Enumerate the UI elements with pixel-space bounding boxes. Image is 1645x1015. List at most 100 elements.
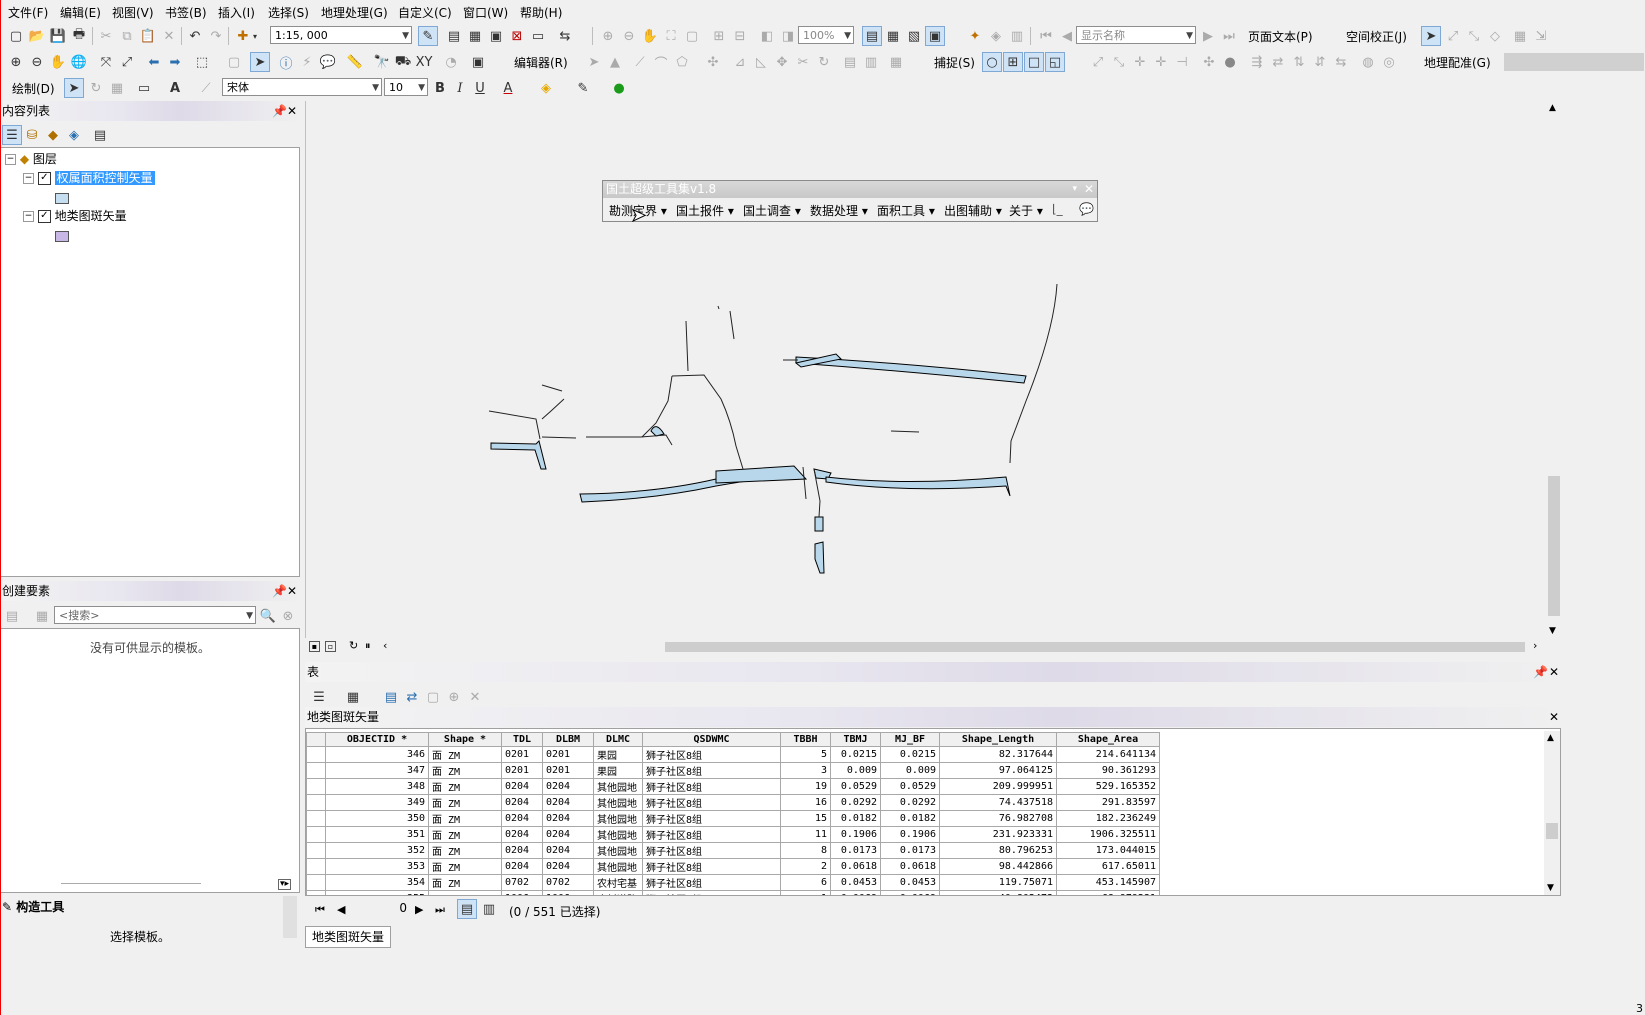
menu-selection[interactable]: 选择(S) [268,4,309,21]
table-cell[interactable]: 狮子社区8组 [642,762,781,779]
georef-layer-combo[interactable] [1504,53,1644,71]
about-menu[interactable]: 关于 ▾ [1009,202,1043,219]
topo-tool4-icon[interactable]: ✛ [1151,52,1171,72]
find-icon[interactable]: 🔭 [372,52,392,72]
table-row[interactable]: 351 面 ZM 0204 0204 其他园地 狮子社区8组 11 0.1906 0.1906 2… [306,826,1160,843]
row-selector-header[interactable] [306,732,326,747]
table-cell[interactable]: 0.0618 [880,858,940,875]
bold-icon[interactable]: B [430,78,450,98]
edit-vertices-icon[interactable]: ⊿ [730,52,750,72]
table-cell[interactable]: 0.0529 [880,778,940,795]
list-by-visibility-icon[interactable]: ◆ [43,125,63,145]
close-icon[interactable]: ✕ [287,581,297,601]
topo-tool2-icon[interactable]: ⤡ [1109,52,1129,72]
table-cell[interactable]: 1006 [501,890,543,895]
table-row[interactable]: 346 面 ZM 0201 0201 果园 狮子社区8组 5 0.0215 0.0215 82.3… [306,746,1160,763]
table-cell[interactable]: 0.0069 [880,890,940,895]
table-cell[interactable]: 0.1906 [830,826,881,843]
pin-icon[interactable]: 📌 [272,581,287,601]
select-elements-icon[interactable]: ➤ [1421,26,1441,46]
current-record-field[interactable]: 0 [365,901,407,917]
python-window-icon[interactable]: ▭ [528,26,548,46]
table-cell[interactable]: 0204 [501,858,543,875]
row-selector[interactable] [306,826,326,843]
table-cell[interactable]: 19 [780,778,831,795]
pan-icon[interactable]: ✋ [48,52,68,72]
straight-segment-icon[interactable]: ⟋ [630,52,650,72]
table-cell[interactable]: 0.0453 [880,874,940,891]
toolbar-dropdown-icon[interactable]: ▾ [1072,181,1077,198]
map-scale-combo[interactable]: 1:15, 000 ▼ [270,26,412,44]
adjust-tool-icon[interactable]: ⤢ [1443,26,1463,46]
go-to-xy-icon[interactable]: XY [414,52,434,72]
next-page-icon[interactable]: ▶ [1198,26,1218,46]
mapping-aid-menu[interactable]: 出图辅助 ▾ [944,202,1002,219]
fixed-zoom-in-icon[interactable]: ⊞ [709,26,729,46]
table-cell[interactable]: 8 [780,842,831,859]
clear-search-icon[interactable]: ⊗ [278,606,298,626]
font-combo[interactable]: 宋体 ▼ [222,78,382,96]
column-header[interactable]: DLMC [593,732,643,747]
table-cell[interactable]: 其他园地 [593,826,643,843]
editor-toolbar-toggle-icon[interactable]: ✎ [418,26,438,46]
table-cell[interactable]: 面 ZM [428,874,502,891]
table-cell[interactable]: 0201 [501,746,543,763]
time-slider-icon[interactable]: ◔ [441,52,461,72]
table-cell[interactable]: 0.009 [830,762,881,779]
draw-menu[interactable]: 绘制(D) [12,80,55,97]
table-cell[interactable]: 355 [325,890,429,895]
clear-selection-icon[interactable]: ▢ [224,52,244,72]
table-cell[interactable]: 68.979231 [1056,890,1160,895]
select-elements-arrow-icon[interactable]: ➤ [250,52,270,72]
menu-geoprocessing[interactable]: 地理处理(G) [321,4,388,21]
previous-record-icon[interactable]: ◀ [337,903,345,916]
table-cell[interactable]: 0204 [542,826,594,843]
table-cell[interactable]: 74.437518 [939,794,1057,811]
table-cell[interactable]: 3 [780,762,831,779]
search-icon[interactable]: 🔍 [258,606,278,626]
open-folder-icon[interactable]: 📂 [27,26,47,46]
layout-tool3-icon[interactable]: ▥ [1007,26,1027,46]
row-selector[interactable] [306,794,326,811]
table-cell[interactable]: 面 ZM [428,890,502,895]
table-cell[interactable]: 0.0215 [830,746,881,763]
menu-bookmarks[interactable]: 书签(B) [165,4,207,21]
adjust-tool4-icon[interactable]: ▦ [1510,26,1530,46]
table-cell[interactable]: 狮子社区8组 [642,874,781,891]
delete-selected-icon[interactable]: ✕ [465,687,485,707]
tool-icon[interactable]: ⌊_ [1052,202,1063,216]
back-extent-icon[interactable]: ⬅ [144,52,164,72]
draw-select-icon[interactable]: ➤ [64,78,84,98]
list-by-source-icon[interactable]: ⛁ [22,125,42,145]
column-header[interactable]: QSDWMC [642,732,781,747]
data-driven-pages-icon[interactable]: ▣ [925,26,945,46]
marker-color-icon[interactable]: ● [609,78,629,98]
topo-tool3-icon[interactable]: ✛ [1130,52,1150,72]
topo-tool10-icon[interactable]: ⇅ [1289,52,1309,72]
next-extent-icon[interactable]: ◨ [778,26,798,46]
table-cell[interactable]: 97.064125 [939,762,1057,779]
first-page-icon[interactable]: ⏮ [1036,26,1056,46]
font-size-combo[interactable]: 10 ▼ [384,78,428,96]
point-icon[interactable]: ✣ [703,52,723,72]
clear-table-selection-icon[interactable]: ▢ [423,687,443,707]
delete-icon[interactable]: ✕ [159,26,179,46]
refresh-icon[interactable]: ↻ [349,639,358,652]
table-cell[interactable]: 0.009 [880,762,940,779]
topo-tool12-icon[interactable]: ⇆ [1331,52,1351,72]
table-cell[interactable]: 209.999951 [939,778,1057,795]
table-cell[interactable]: 0.0182 [880,810,940,827]
forward-extent-icon[interactable]: ➡ [165,52,185,72]
layer-name[interactable]: 权属面积控制矢量 [54,171,155,185]
zoom-whole-page-icon[interactable]: ⛶ [661,26,681,46]
layer-visibility-checkbox[interactable]: ✓ [37,210,51,223]
hyperlink-icon[interactable]: ⚡ [297,52,317,72]
table-cell[interactable]: 0.0173 [880,842,940,859]
table-cell[interactable]: 0204 [501,810,543,827]
previous-page-icon[interactable]: ◀ [1057,26,1077,46]
table-cell[interactable]: 0204 [501,826,543,843]
table-cell[interactable]: 353 [325,858,429,875]
italic-icon[interactable]: I [450,78,470,98]
table-cell[interactable]: 果园 [593,746,643,763]
close-icon[interactable]: ✕ [287,101,297,121]
